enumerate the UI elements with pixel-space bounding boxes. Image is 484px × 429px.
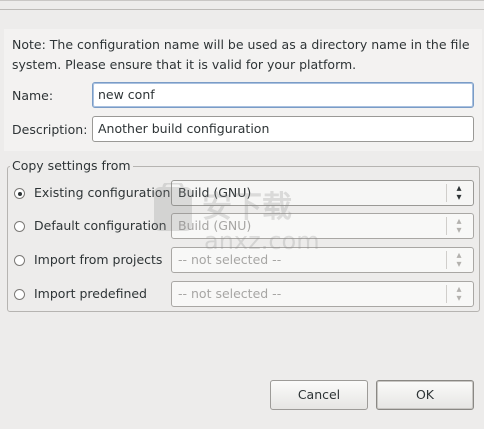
- existing-configuration-label: Existing configuration: [34, 185, 171, 200]
- name-label: Name:: [12, 88, 54, 103]
- name-field[interactable]: new conf: [92, 82, 474, 108]
- new-configuration-dialog: Note: The configuration name will be use…: [0, 0, 484, 429]
- up-down-chevron-icon: ▴ ▾: [456, 183, 462, 203]
- default-configuration-value: Build (GNU): [178, 218, 252, 233]
- import-from-projects-select: -- not selected -- ▴ ▾: [171, 247, 474, 273]
- import-predefined-label: Import predefined: [34, 286, 147, 301]
- copy-settings-legend: Copy settings from: [10, 158, 133, 173]
- existing-configuration-select[interactable]: Build (GNU) ▴ ▾: [171, 180, 474, 206]
- top-divider: [0, 9, 484, 10]
- description-label: Description:: [12, 122, 88, 137]
- import-from-projects-radio[interactable]: [14, 255, 25, 266]
- import-from-projects-label: Import from projects: [34, 252, 163, 267]
- existing-configuration-value: Build (GNU): [178, 185, 252, 200]
- up-down-chevron-icon: ▴ ▾: [456, 284, 462, 304]
- ok-button[interactable]: OK: [376, 380, 474, 410]
- import-from-projects-value: -- not selected --: [178, 252, 282, 267]
- combo-separator: [446, 184, 447, 202]
- import-predefined-select: -- not selected -- ▴ ▾: [171, 281, 474, 307]
- default-configuration-label: Default configuration: [34, 218, 167, 233]
- description-field[interactable]: Another build configuration: [92, 116, 474, 142]
- import-predefined-value: -- not selected --: [178, 286, 282, 301]
- existing-configuration-radio[interactable]: [14, 188, 25, 199]
- combo-separator: [446, 251, 447, 269]
- combo-separator: [446, 217, 447, 235]
- import-predefined-radio[interactable]: [14, 289, 25, 300]
- note-text: Note: The configuration name will be use…: [12, 35, 474, 75]
- default-configuration-select: Build (GNU) ▴ ▾: [171, 213, 474, 239]
- up-down-chevron-icon: ▴ ▾: [456, 250, 462, 270]
- up-down-chevron-icon: ▴ ▾: [456, 216, 462, 236]
- cancel-button[interactable]: Cancel: [270, 380, 368, 410]
- note-line-1: Note: The configuration name will be use…: [12, 37, 470, 52]
- default-configuration-radio[interactable]: [14, 221, 25, 232]
- note-line-2: system. Please ensure that it is valid f…: [12, 57, 357, 72]
- combo-separator: [446, 285, 447, 303]
